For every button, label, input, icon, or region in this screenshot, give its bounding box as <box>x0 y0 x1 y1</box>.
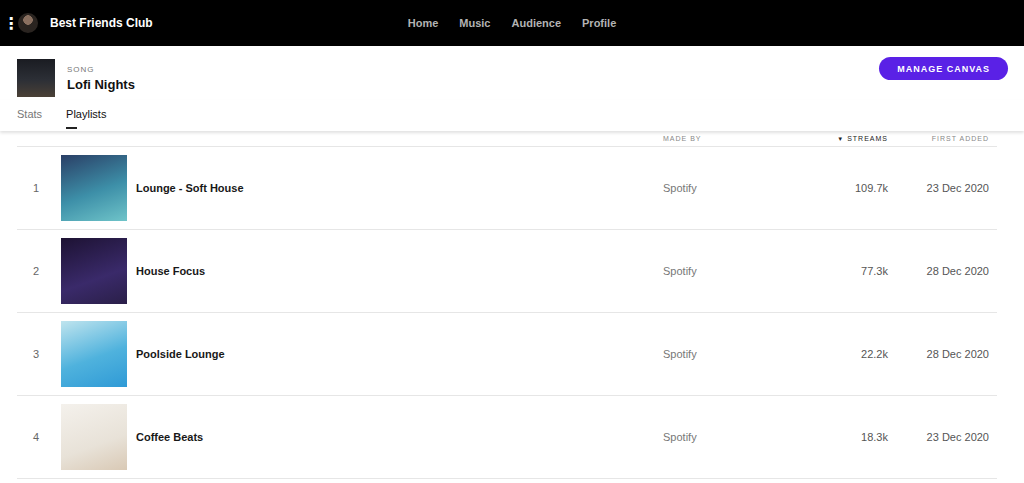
streams: 22.2k <box>800 348 888 360</box>
row-index: 4 <box>17 431 61 443</box>
nav-item[interactable]: Audience <box>512 17 562 29</box>
row-index: 2 <box>17 265 61 277</box>
nav-item[interactable]: Home <box>408 17 439 29</box>
playlist-name[interactable]: Coffee Beats <box>136 431 663 443</box>
made-by: Spotify <box>663 431 800 443</box>
table-row[interactable]: 2 House Focus Spotify 77.3k 28 Dec 2020 <box>17 230 997 313</box>
playlist-name[interactable]: House Focus <box>136 265 663 277</box>
main-nav: Home Music Audience Profile <box>408 17 617 29</box>
nav-item[interactable]: Profile <box>582 17 616 29</box>
tab-bar: Stats Playlists <box>0 100 1024 131</box>
made-by: Spotify <box>663 182 800 194</box>
table-row[interactable]: 3 Poolside Lounge Spotify 22.2k 28 Dec 2… <box>17 313 997 396</box>
menu-icon[interactable]: ⋮ <box>3 14 15 33</box>
nav-item[interactable]: Music <box>459 17 490 29</box>
artist-avatar-icon <box>18 13 38 33</box>
sort-descending-icon: ▼ <box>837 136 844 142</box>
playlist-cover <box>61 238 127 304</box>
first-added: 28 Dec 2020 <box>888 265 989 277</box>
streams: 77.3k <box>800 265 888 277</box>
song-title: Lofi Nights <box>67 77 135 92</box>
manage-canvas-button[interactable]: MANAGE CANVAS <box>879 57 1008 80</box>
streams: 109.7k <box>800 182 888 194</box>
column-header[interactable]: ▼STREAMS <box>800 135 888 142</box>
column-header[interactable]: FIRST ADDED <box>888 135 989 142</box>
playlists-table: MADE BY▼STREAMSFIRST ADDED 1 Lounge - So… <box>17 131 997 479</box>
tab[interactable]: Playlists <box>66 108 106 131</box>
playlist-cover <box>61 404 127 470</box>
top-bar: ⋮ Best Friends Club Home Music Audience Pro… <box>0 0 1024 46</box>
song-type-label: SONG <box>67 65 135 74</box>
table-header: MADE BY▼STREAMSFIRST ADDED <box>17 131 997 147</box>
made-by: Spotify <box>663 265 800 277</box>
table-row[interactable]: 4 Coffee Beats Spotify 18.3k 23 Dec 2020 <box>17 396 997 479</box>
streams: 18.3k <box>800 431 888 443</box>
artist-name: Best Friends Club <box>50 16 153 30</box>
first-added: 28 Dec 2020 <box>888 348 989 360</box>
first-added: 23 Dec 2020 <box>888 182 989 194</box>
playlist-cover <box>61 155 127 221</box>
song-header: SONG Lofi Nights MANAGE CANVAS <box>0 46 1024 100</box>
tab[interactable]: Stats <box>17 108 42 131</box>
playlist-name[interactable]: Lounge - Soft House <box>136 182 663 194</box>
tab-underline <box>66 127 77 129</box>
song-info: SONG Lofi Nights <box>17 59 135 97</box>
first-added: 23 Dec 2020 <box>888 431 989 443</box>
artist-switcher[interactable]: ⋮ Best Friends Club <box>0 13 408 33</box>
column-header[interactable]: MADE BY <box>663 135 800 142</box>
row-index: 3 <box>17 348 61 360</box>
table-row[interactable]: 1 Lounge - Soft House Spotify 109.7k 23 … <box>17 147 997 230</box>
made-by: Spotify <box>663 348 800 360</box>
song-artwork <box>17 59 55 97</box>
playlist-cover <box>61 321 127 387</box>
row-index: 1 <box>17 182 61 194</box>
playlist-name[interactable]: Poolside Lounge <box>136 348 663 360</box>
playlists-page: ⋮ Best Friends Club Home Music Audience Pro… <box>0 0 1024 483</box>
